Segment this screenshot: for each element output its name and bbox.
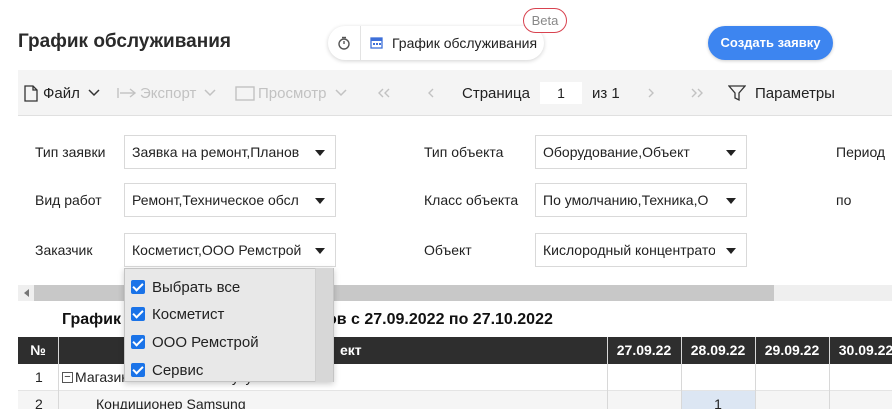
object-label: Объект — [424, 242, 472, 258]
row-number: 2 — [35, 396, 43, 409]
caret-down-icon — [726, 198, 736, 204]
col-date-3: 29.09.22 — [764, 342, 820, 358]
option-label: ООО Ремстрой — [152, 333, 259, 351]
parameters-label: Параметры — [755, 84, 835, 102]
checkbox-checked-icon[interactable] — [131, 280, 145, 294]
export-icon — [117, 88, 137, 98]
column-divider — [755, 337, 756, 409]
col-date-2: 28.09.22 — [690, 342, 746, 358]
option-remstroy[interactable]: ООО Ремстрой — [131, 332, 259, 352]
caret-down-icon — [315, 248, 325, 254]
customer-select[interactable]: Косметист,ООО Ремстрой — [124, 233, 336, 267]
double-chevron-right-icon — [691, 88, 703, 98]
page-label: Страница — [462, 84, 530, 102]
prev-page-button[interactable] — [427, 70, 435, 116]
create-request-button[interactable]: Создать заявку — [708, 26, 833, 60]
next-page-button[interactable] — [647, 70, 655, 116]
parameters-button[interactable]: Параметры — [728, 70, 835, 116]
request-type-value: Заявка на ремонт,Планов — [132, 144, 300, 160]
dropdown-scrollbar[interactable] — [315, 268, 333, 382]
schedule-title-start: График — [62, 311, 121, 328]
column-divider — [607, 337, 608, 409]
filter-icon — [728, 84, 746, 101]
caret-down-icon — [726, 150, 736, 156]
object-type-select[interactable]: Оборудование,Объект — [535, 135, 747, 169]
work-type-select[interactable]: Ремонт,Техническое обсл — [124, 183, 336, 217]
page-title: График обслуживания — [18, 31, 231, 52]
first-page-button[interactable] — [377, 70, 391, 116]
chevron-left-icon — [428, 88, 434, 98]
collapse-toggle-icon[interactable]: − — [62, 372, 73, 383]
option-service[interactable]: Сервис — [131, 360, 203, 380]
object-class-value: По умолчанию,Техника,О — [543, 192, 709, 208]
work-type-label: Вид работ — [35, 192, 102, 208]
object-class-label: Класс объекта — [424, 192, 519, 208]
file-icon — [24, 84, 38, 102]
chevron-down-icon — [204, 89, 216, 97]
caret-down-icon — [315, 150, 325, 156]
customer-value: Косметист,ООО Ремстрой — [132, 242, 302, 258]
export-label: Экспорт — [140, 84, 197, 102]
cell-date-2[interactable]: 1 — [681, 391, 755, 409]
column-divider — [681, 337, 682, 409]
last-page-button[interactable] — [690, 70, 704, 116]
caret-down-icon — [726, 248, 736, 254]
preview-label: Просмотр — [258, 84, 327, 102]
page-number-input[interactable]: 1 — [540, 82, 582, 104]
column-divider — [829, 337, 830, 409]
chevron-down-icon — [88, 89, 100, 97]
column-divider — [58, 337, 59, 409]
object-value: Кислородный концентрато — [543, 242, 715, 258]
page-total: из 1 — [592, 84, 620, 102]
customer-label: Заказчик — [35, 242, 93, 258]
object-select[interactable]: Кислородный концентрато — [535, 233, 747, 267]
double-chevron-left-icon — [378, 88, 390, 98]
request-type-label: Тип заявки — [35, 144, 106, 160]
table-row[interactable]: 2 Кондиционер Samsung 1 — [18, 391, 892, 409]
col-object: ект — [340, 342, 362, 358]
caret-down-icon — [315, 198, 325, 204]
work-type-value: Ремонт,Техническое обсл — [132, 192, 299, 208]
preview-menu[interactable]: Просмотр — [235, 70, 347, 116]
option-label: Косметист — [152, 305, 225, 323]
chevron-right-icon — [648, 88, 654, 98]
checkbox-checked-icon[interactable] — [131, 363, 145, 377]
calendar-icon — [370, 36, 383, 49]
preview-icon — [235, 85, 255, 101]
tab-schedule-label: График обслуживания — [392, 35, 538, 51]
row-name: Кондиционер Samsung — [96, 396, 246, 409]
object-type-value: Оборудование,Объект — [543, 144, 690, 160]
col-date-1: 27.09.22 — [616, 342, 672, 358]
file-menu[interactable]: Файл — [24, 70, 100, 116]
request-type-select[interactable]: Заявка на ремонт,Планов — [124, 135, 336, 169]
object-type-label: Тип объекта — [424, 144, 504, 160]
beta-badge: Beta — [523, 8, 567, 33]
option-select-all[interactable]: Выбрать все — [131, 277, 240, 297]
schedule-title-end: ов с 27.09.2022 по 27.10.2022 — [326, 311, 553, 328]
object-class-select[interactable]: По умолчанию,Техника,О — [535, 183, 747, 217]
scroll-left-arrow-icon[interactable] — [24, 289, 29, 297]
chevron-down-icon — [334, 89, 347, 97]
row-number: 1 — [35, 369, 43, 385]
period-to-label: по — [836, 192, 852, 208]
period-label: Период — [836, 144, 886, 160]
checkbox-checked-icon[interactable] — [131, 335, 145, 349]
col-number: № — [30, 342, 46, 358]
option-label: Выбрать все — [152, 278, 241, 296]
option-label: Сервис — [152, 361, 204, 379]
option-kosmetist[interactable]: Косметист — [131, 304, 224, 324]
col-date-4: 30.09.22 — [838, 342, 892, 358]
checkbox-checked-icon[interactable] — [131, 307, 145, 321]
export-menu[interactable]: Экспорт — [117, 70, 216, 116]
timer-icon[interactable] — [336, 35, 352, 51]
file-label: Файл — [43, 84, 80, 102]
